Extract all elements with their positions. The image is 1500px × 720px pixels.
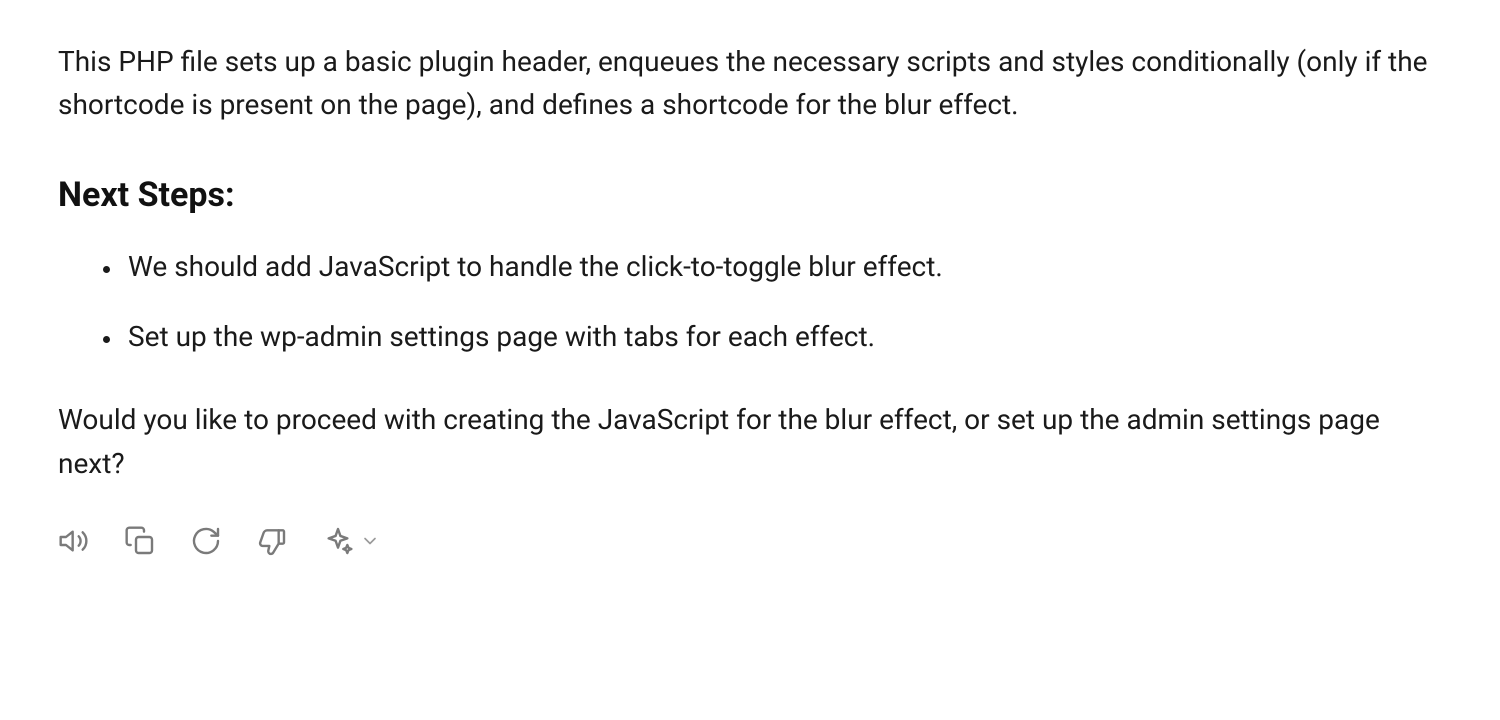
message-content: This PHP file sets up a basic plugin hea… <box>58 40 1442 557</box>
read-aloud-button[interactable] <box>58 525 90 557</box>
copy-button[interactable] <box>124 525 156 557</box>
chevron-down-icon <box>360 531 380 551</box>
dislike-button[interactable] <box>256 525 288 557</box>
message-actions <box>58 525 1442 557</box>
copy-icon <box>124 525 156 557</box>
sparkle-icon <box>322 525 354 557</box>
next-steps-list: We should add JavaScript to handle the c… <box>58 245 1442 358</box>
heading-next-steps: Next Steps: <box>58 169 1442 222</box>
paragraph-question: Would you like to proceed with creating … <box>58 398 1442 485</box>
list-item: We should add JavaScript to handle the c… <box>124 245 1442 288</box>
refresh-icon <box>190 525 222 557</box>
speaker-icon <box>58 525 90 557</box>
paragraph-intro: This PHP file sets up a basic plugin hea… <box>58 40 1442 127</box>
model-switch-button[interactable] <box>322 525 380 557</box>
list-item: Set up the wp-admin settings page with t… <box>124 315 1442 358</box>
thumbs-down-icon <box>256 525 288 557</box>
regenerate-button[interactable] <box>190 525 222 557</box>
